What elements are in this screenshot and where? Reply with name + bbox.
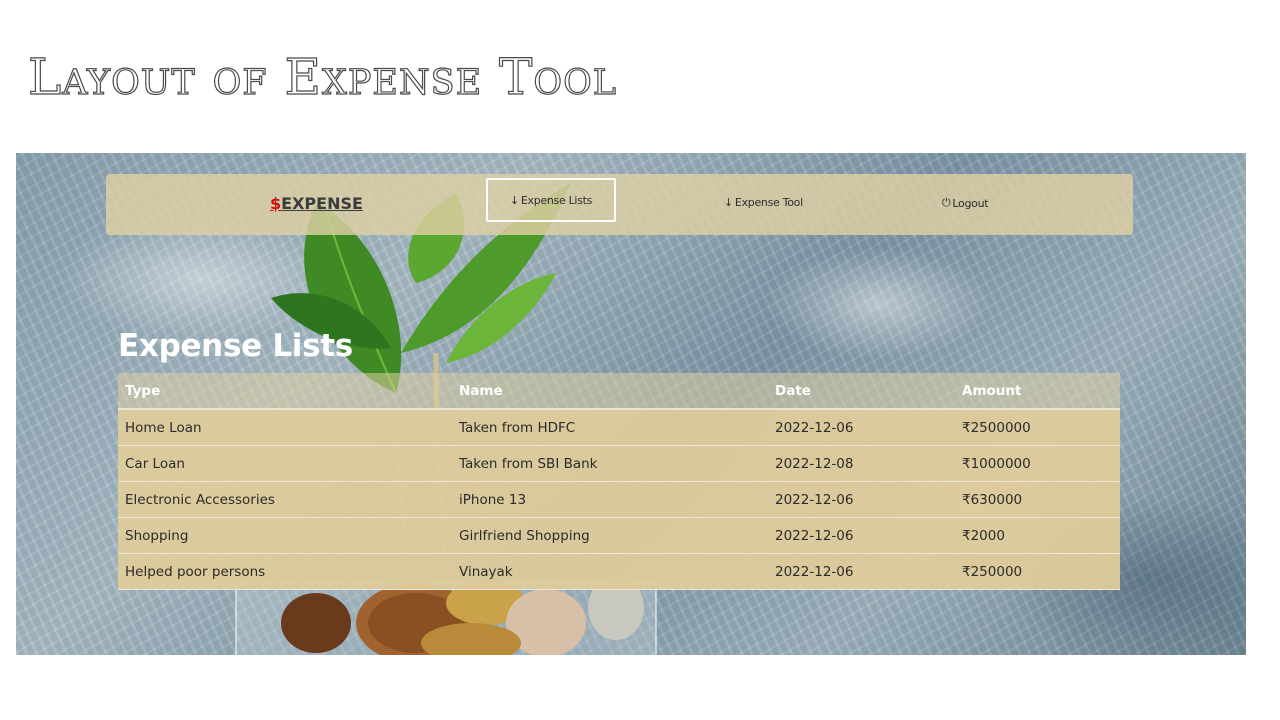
cell-amount: ₹2000 xyxy=(955,517,1120,554)
column-header-date[interactable]: Date xyxy=(768,373,955,410)
cell-amount: ₹1000000 xyxy=(955,445,1120,482)
nav-expense-lists[interactable]: ↓ Expense Lists xyxy=(486,178,616,222)
nav-logout[interactable]: ⏻ Logout xyxy=(942,196,989,210)
cell-date: 2022-12-06 xyxy=(768,517,955,554)
cell-date: 2022-12-06 xyxy=(768,553,955,590)
table-row[interactable]: Shopping Girlfriend Shopping 2022-12-06 … xyxy=(118,517,1120,554)
cell-name: Vinayak xyxy=(452,553,768,590)
cell-type: Helped poor persons xyxy=(118,553,452,590)
cell-name: Taken from HDFC xyxy=(452,409,768,446)
cell-name: iPhone 13 xyxy=(452,481,768,518)
expense-table: Type Name Date Amount Home Loan Taken fr… xyxy=(118,373,1120,590)
column-header-type[interactable]: Type xyxy=(118,373,452,410)
brand-dollar-sign: $ xyxy=(270,194,282,213)
nav-expense-tool[interactable]: ↓ Expense Tool xyxy=(724,196,803,209)
table-row[interactable]: Home Loan Taken from HDFC 2022-12-06 ₹25… xyxy=(118,409,1120,446)
top-navbar: $EXPENSE ↓ Expense Lists ↓ Expense Tool … xyxy=(106,174,1133,235)
cell-type: Home Loan xyxy=(118,409,452,446)
table-header-row: Type Name Date Amount xyxy=(118,373,1120,410)
column-header-name[interactable]: Name xyxy=(452,373,768,410)
power-icon: ⏻ xyxy=(942,196,951,209)
table-row[interactable]: Helped poor persons Vinayak 2022-12-06 ₹… xyxy=(118,553,1120,590)
cell-name: Girlfriend Shopping xyxy=(452,517,768,554)
nav-logout-label: Logout xyxy=(952,196,989,210)
table-row[interactable]: Electronic Accessories iPhone 13 2022-12… xyxy=(118,481,1120,518)
cell-amount: ₹630000 xyxy=(955,481,1120,518)
cell-date: 2022-12-06 xyxy=(768,481,955,518)
page-heading: Expense Lists xyxy=(118,328,353,364)
cell-date: 2022-12-08 xyxy=(768,445,955,482)
column-header-amount[interactable]: Amount xyxy=(955,373,1120,410)
cell-amount: ₹250000 xyxy=(955,553,1120,590)
cell-amount: ₹2500000 xyxy=(955,409,1120,446)
cell-date: 2022-12-06 xyxy=(768,409,955,446)
brand-text: EXPENSE xyxy=(281,194,363,213)
nav-expense-tool-label: Expense Tool xyxy=(734,196,803,209)
cell-type: Shopping xyxy=(118,517,452,554)
brand-logo[interactable]: $EXPENSE xyxy=(270,194,363,213)
cell-type: Car Loan xyxy=(118,445,452,482)
cell-type: Electronic Accessories xyxy=(118,481,452,518)
slide-title: Layout of Expense Tool xyxy=(27,47,618,106)
app-screenshot: $EXPENSE ↓ Expense Lists ↓ Expense Tool … xyxy=(16,153,1246,655)
arrow-down-icon: ↓ xyxy=(509,193,519,207)
nav-expense-lists-label: Expense Lists xyxy=(520,193,593,207)
arrow-down-icon: ↓ xyxy=(724,196,733,209)
cell-name: Taken from SBI Bank xyxy=(452,445,768,482)
table-row[interactable]: Car Loan Taken from SBI Bank 2022-12-08 … xyxy=(118,445,1120,482)
